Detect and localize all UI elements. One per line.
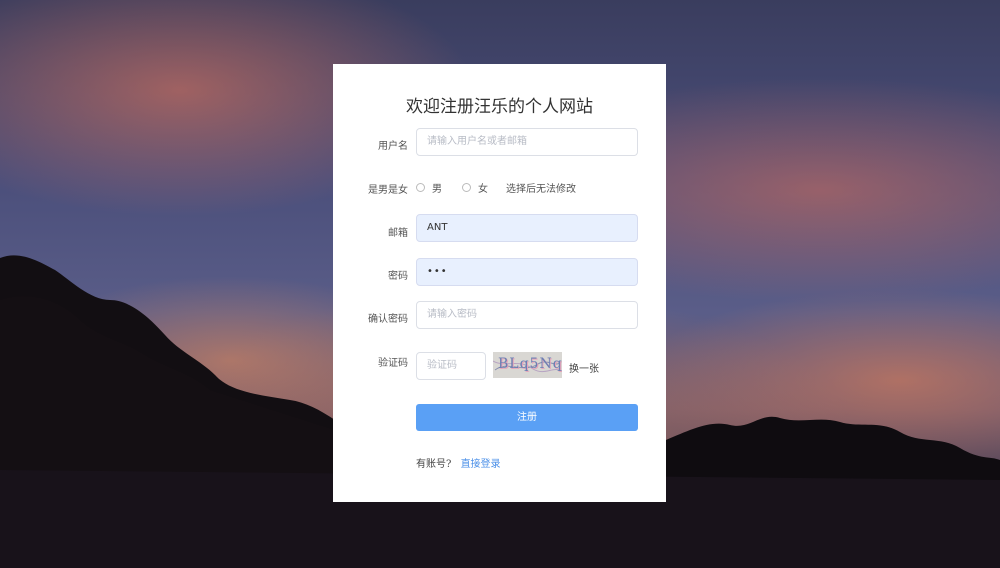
- username-label: 用户名: [378, 141, 408, 152]
- captcha-refresh-link[interactable]: 换一张: [569, 360, 599, 375]
- confirm-password-label: 确认密码: [368, 314, 408, 325]
- captcha-image[interactable]: BLq5Nq: [493, 352, 562, 378]
- email-input[interactable]: ANT: [416, 214, 638, 242]
- register-card: 欢迎注册汪乐的个人网站 用户名 请输入用户名或者邮箱 是男是女 男 女 选择后无…: [333, 64, 666, 502]
- radio-circle-icon: [416, 183, 425, 192]
- username-placeholder: 请输入用户名或者邮箱: [427, 136, 527, 147]
- gender-radio-female[interactable]: 女: [462, 180, 488, 195]
- password-input[interactable]: •••: [416, 258, 638, 286]
- captcha-input[interactable]: 验证码: [416, 352, 486, 380]
- confirm-password-placeholder: 请输入密码: [427, 309, 477, 320]
- gender-option-male: 男: [432, 184, 442, 195]
- login-link[interactable]: 直接登录: [461, 459, 501, 470]
- radio-circle-icon: [462, 183, 471, 192]
- password-label: 密码: [388, 271, 408, 282]
- captcha-label: 验证码: [378, 358, 408, 369]
- captcha-text: BLq5Nq: [498, 356, 562, 372]
- register-button[interactable]: 注册: [416, 404, 638, 431]
- gender-option-female: 女: [478, 184, 488, 195]
- login-prompt-text: 有账号?: [416, 459, 452, 470]
- gender-note: 选择后无法修改: [506, 184, 576, 195]
- gender-label: 是男是女: [368, 185, 408, 196]
- confirm-password-input[interactable]: 请输入密码: [416, 301, 638, 329]
- username-input[interactable]: 请输入用户名或者邮箱: [416, 128, 638, 156]
- login-prompt: 有账号? 直接登录: [416, 455, 501, 470]
- gender-radio-male[interactable]: 男: [416, 180, 442, 195]
- page-title: 欢迎注册汪乐的个人网站: [406, 97, 593, 117]
- captcha-placeholder: 验证码: [427, 360, 457, 371]
- email-label: 邮箱: [388, 228, 408, 239]
